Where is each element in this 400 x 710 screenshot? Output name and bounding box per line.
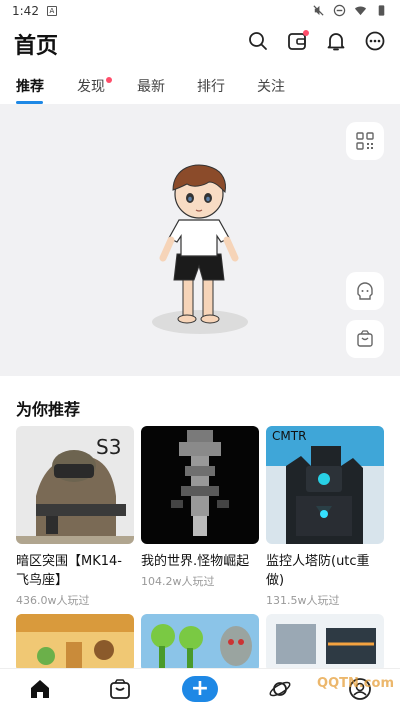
section-title: 为你推荐 [16,400,81,419]
discover-notification-dot [106,77,112,83]
wifi-icon [354,6,367,16]
thumbnail-label: CMTR [272,429,306,443]
wallet-button[interactable] [286,30,309,52]
tab-bar: 推荐 发现 最新 排行 关注 [0,72,400,104]
game-title: 监控人塔防(utc重做) [266,554,370,588]
thumbnail-label: S3 [96,435,121,459]
face-icon [357,282,373,300]
game-title: 我的世界.怪物崛起 [141,554,250,569]
qr-code-icon [356,132,374,150]
status-indicators [312,4,388,17]
status-bar: 1:42 A [0,0,400,22]
play-count: 131.5w人玩过 [266,594,340,607]
tab-following[interactable]: 关注 [257,76,285,96]
game-card[interactable]: 我的世界.怪物崛起 104.2w人玩过 [141,426,259,589]
battery-icon [378,5,385,16]
home-icon [31,680,49,698]
header: 首页 [0,26,400,66]
notification-button[interactable] [325,30,347,52]
avatar-character[interactable] [145,156,255,336]
status-time: 1:42 [12,4,39,18]
header-actions [247,30,386,52]
planet-icon [269,681,291,697]
tab-latest[interactable]: 最新 [137,76,165,96]
avatar-edit-button[interactable] [346,272,384,310]
create-button[interactable]: + [182,676,218,702]
game-card-partial[interactable] [141,614,259,672]
nav-explore[interactable] [268,677,292,701]
game-thumbnail: CMTR [266,426,384,544]
app-badge-icon: A [46,6,57,16]
nav-home[interactable] [28,677,52,701]
play-count: 436.0w人玩过 [16,594,90,607]
game-title: 暗区突围【MK14-飞鸟座】 [16,554,122,588]
shopping-bag-icon [357,330,373,347]
game-card-partial[interactable] [266,614,384,672]
game-card[interactable]: S3 暗区突围【MK14-飞鸟座】 436.0w人玩过 [16,426,134,608]
nav-shop[interactable] [108,677,132,701]
tab-recommend[interactable]: 推荐 [16,76,44,96]
avatar-stage [0,104,400,376]
search-icon [249,32,267,50]
dnd-icon [333,4,346,17]
shopping-bag-icon [110,679,130,699]
wallet-notification-dot [303,30,309,36]
watermark: QQTN.com [317,676,394,691]
page-title: 首页 [14,34,59,59]
chat-bubble-icon [365,31,385,51]
messages-button[interactable] [364,30,386,52]
mute-icon [313,5,324,16]
shop-button[interactable] [346,320,384,358]
game-thumbnail [141,426,259,544]
game-card-partial[interactable] [16,614,134,672]
tab-discover[interactable]: 发现 [77,76,105,96]
bell-icon [327,33,345,51]
scan-button[interactable] [346,122,384,160]
game-thumbnail: S3 [16,426,134,544]
tab-ranking[interactable]: 排行 [197,76,225,96]
play-count: 104.2w人玩过 [141,575,215,588]
search-button[interactable] [247,30,269,52]
game-card[interactable]: CMTR 监控人塔防(utc重做) 131.5w人玩过 [266,426,384,608]
